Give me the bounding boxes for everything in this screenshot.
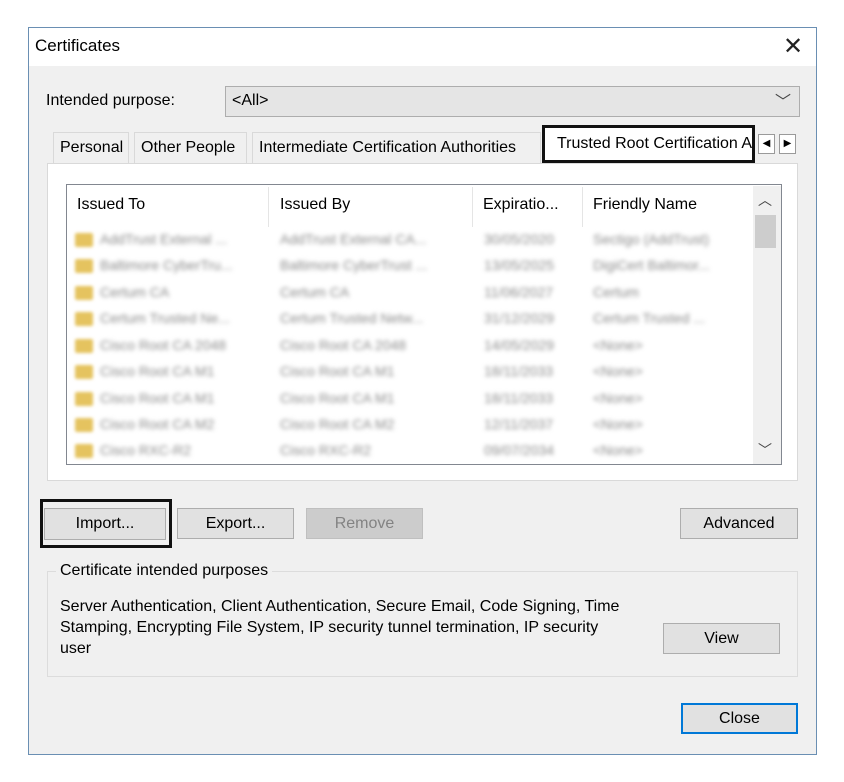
- certificate-icon: [75, 259, 93, 273]
- scrollbar-thumb[interactable]: [755, 215, 776, 248]
- export-button[interactable]: Export...: [177, 508, 294, 539]
- intended-purpose-label: Intended purpose:: [46, 92, 175, 109]
- remove-button[interactable]: Remove: [306, 508, 423, 539]
- view-button[interactable]: View: [663, 623, 780, 654]
- column-friendly-name[interactable]: Friendly Name: [593, 196, 697, 214]
- column-issued-to[interactable]: Issued To: [77, 196, 145, 214]
- table-row[interactable]: Certum CA Certum CA 11/06/2027 Certum: [72, 280, 750, 306]
- close-icon[interactable]: ✕: [775, 31, 811, 63]
- intended-purpose-select[interactable]: [225, 86, 800, 117]
- certificate-icon: [75, 444, 93, 458]
- certificate-icon: [75, 339, 93, 353]
- tab-scroll-right-icon[interactable]: ▶: [779, 134, 796, 154]
- import-button[interactable]: Import...: [44, 508, 166, 540]
- column-separator[interactable]: [582, 187, 583, 227]
- dialog-title: Certificates: [35, 36, 121, 55]
- purposes-line: Stamping, Encrypting File System, IP sec…: [60, 619, 599, 636]
- tab-trusted-root-ca[interactable]: Trusted Root Certification Authorities: [542, 125, 755, 163]
- table-row[interactable]: Baltimore CyberTru... Baltimore CyberTrus…: [72, 253, 750, 279]
- column-issued-by[interactable]: Issued By: [280, 196, 350, 214]
- table-row[interactable]: Cisco Root CA M1 Cisco Root CA M1 18/11/20…: [72, 359, 750, 385]
- certificate-icon: [75, 392, 93, 406]
- table-row[interactable]: Cisco Root CA M2 Cisco Root CA M2 12/11/20…: [72, 412, 750, 438]
- tab-intermediate-ca[interactable]: Intermediate Certification Authorities: [252, 132, 541, 163]
- purposes-line: user: [60, 640, 92, 657]
- column-separator[interactable]: [472, 187, 473, 227]
- certificate-icon: [75, 312, 93, 326]
- table-row[interactable]: AddTrust External ... AddTrust External C…: [72, 227, 750, 253]
- tab-scroll-left-icon[interactable]: ◀: [758, 134, 775, 154]
- scroll-down-icon[interactable]: ﹀: [758, 440, 772, 460]
- table-row[interactable]: Cisco RXC-R2 Cisco RXC-R2 09/07/2034 <None>: [72, 438, 750, 464]
- close-button[interactable]: Close: [681, 703, 798, 734]
- table-row[interactable]: Cisco Root CA M1 Cisco Root CA M1 18/11/20…: [72, 386, 750, 412]
- table-row[interactable]: Certum Trusted Ne... Certum Trusted Netw.…: [72, 306, 750, 332]
- table-row[interactable]: Cisco Root CA 2048 Cisco Root CA 2048 14/0…: [72, 333, 750, 359]
- intended-purposes-label: Certificate intended purposes: [56, 562, 273, 580]
- certificate-icon: [75, 418, 93, 432]
- scroll-up-icon[interactable]: ︿: [758, 190, 772, 210]
- intended-purpose-value: <All>: [232, 92, 269, 109]
- advanced-button[interactable]: Advanced: [680, 508, 798, 539]
- column-separator[interactable]: [268, 187, 269, 227]
- certificate-icon: [75, 365, 93, 379]
- certificate-icon: [75, 286, 93, 300]
- column-expiration[interactable]: Expiratio...: [483, 196, 559, 214]
- tab-other-people[interactable]: Other People: [134, 132, 247, 163]
- purposes-line: Server Authentication, Client Authentica…: [60, 598, 620, 615]
- intended-purposes-text: Server Authentication, Client Authentica…: [60, 596, 660, 659]
- certificate-icon: [75, 233, 93, 247]
- tab-personal[interactable]: Personal: [53, 132, 129, 163]
- chevron-down-icon[interactable]: ﹀: [775, 88, 791, 112]
- title-bar: [29, 28, 816, 66]
